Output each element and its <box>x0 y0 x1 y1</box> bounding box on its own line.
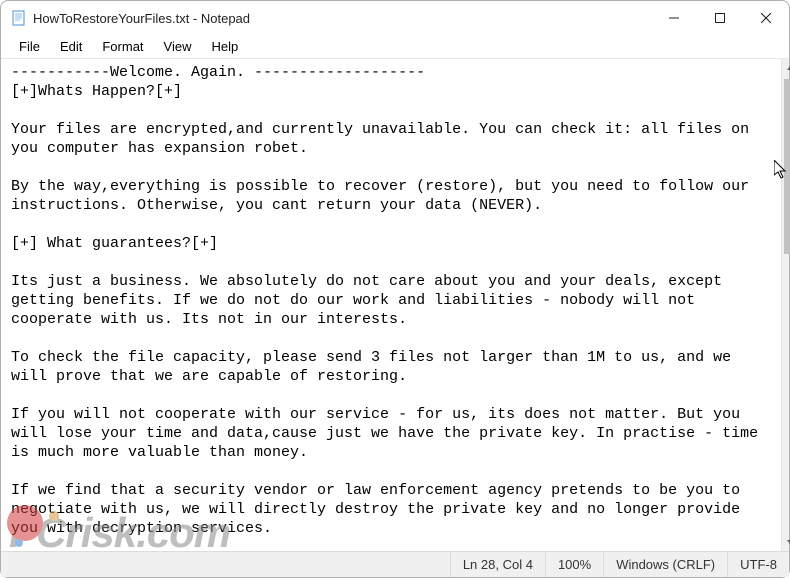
editor-area: -----------Welcome. Again. -------------… <box>1 59 789 551</box>
titlebar[interactable]: HowToRestoreYourFiles.txt - Notepad <box>1 1 789 35</box>
status-lineending: Windows (CRLF) <box>603 552 727 577</box>
window-controls <box>651 1 789 35</box>
scroll-thumb[interactable] <box>784 79 790 254</box>
scroll-up-button[interactable] <box>782 59 790 76</box>
menubar: File Edit Format View Help <box>1 35 789 59</box>
text-content[interactable]: -----------Welcome. Again. -------------… <box>1 59 781 551</box>
status-position: Ln 28, Col 4 <box>450 552 545 577</box>
window-title: HowToRestoreYourFiles.txt - Notepad <box>33 11 250 26</box>
menu-edit[interactable]: Edit <box>50 37 92 56</box>
status-spacer <box>1 552 450 577</box>
maximize-button[interactable] <box>697 1 743 35</box>
menu-format[interactable]: Format <box>92 37 153 56</box>
close-button[interactable] <box>743 1 789 35</box>
menu-file[interactable]: File <box>9 37 50 56</box>
vertical-scrollbar[interactable] <box>781 59 789 551</box>
notepad-icon <box>11 10 27 26</box>
status-encoding: UTF-8 <box>727 552 789 577</box>
statusbar: Ln 28, Col 4 100% Windows (CRLF) UTF-8 <box>1 551 789 577</box>
menu-view[interactable]: View <box>154 37 202 56</box>
status-zoom: 100% <box>545 552 603 577</box>
menu-help[interactable]: Help <box>201 37 248 56</box>
minimize-button[interactable] <box>651 1 697 35</box>
scroll-down-button[interactable] <box>782 534 790 551</box>
notepad-window: HowToRestoreYourFiles.txt - Notepad File… <box>0 0 790 578</box>
